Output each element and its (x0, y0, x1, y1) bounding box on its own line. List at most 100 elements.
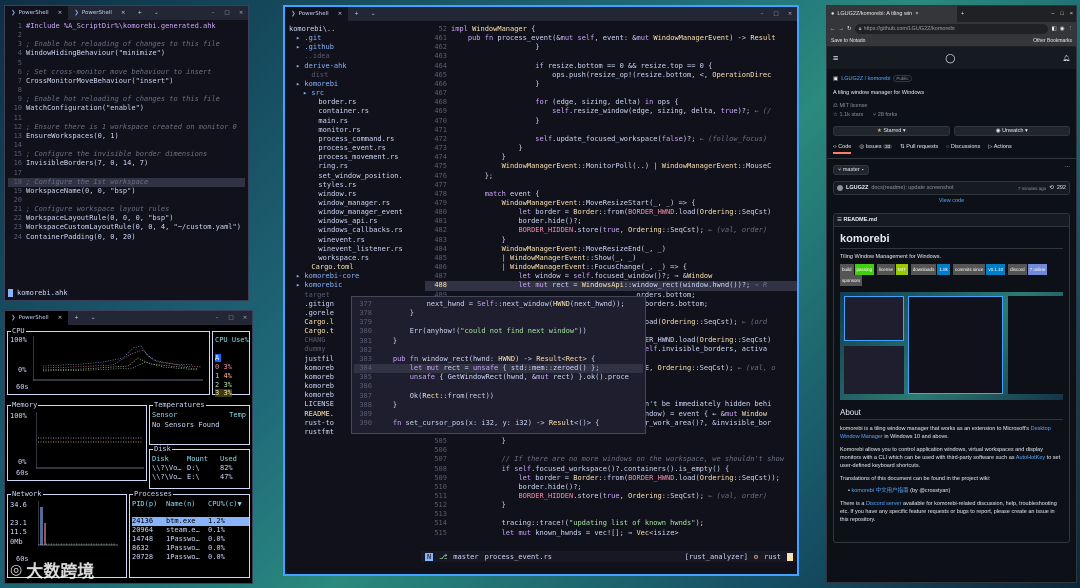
editor-window[interactable]: ❯ PowerShell × + ⌄ – □ × komorebi\.. ▸ .git… (283, 5, 799, 576)
maximize-button[interactable]: □ (224, 315, 238, 321)
tab-powershell-btm[interactable]: ❯ PowerShell × (5, 311, 69, 325)
file-tree-item[interactable]: ▸ komorebic (289, 281, 421, 290)
star-button[interactable]: ★ Starred ▾ (833, 126, 950, 136)
file-tree-item[interactable]: komorebi\.. (289, 25, 421, 34)
close-tab-icon[interactable]: × (58, 315, 63, 321)
nav-code[interactable]: ‹› Code (833, 144, 852, 154)
readme-badge[interactable]: build passing (840, 264, 875, 275)
tab-powershell-1[interactable]: ❯ PowerShell × (5, 6, 69, 20)
terminal-ahk-window[interactable]: ❯ PowerShell × ❯ PowerShell × + ⌄ – □ × 1 #In… (4, 5, 249, 301)
file-tree-item[interactable]: ▸ .github (289, 43, 421, 52)
profile-icon[interactable]: ◉ (1060, 26, 1065, 32)
nav-pull-requests[interactable]: ⇅ Pull requests (900, 144, 938, 154)
file-tree-item[interactable]: Cargo.toml (289, 263, 421, 272)
tab-dropdown-button[interactable]: ⌄ (365, 7, 382, 21)
notification-icon[interactable]: 🔔︎ (1062, 55, 1070, 62)
close-tab-icon[interactable]: × (915, 11, 918, 17)
readme-badge[interactable]: downloads 1.8k (910, 264, 951, 275)
file-tree-item[interactable]: workspace.rs (289, 254, 421, 263)
file-tree-item[interactable]: winevent.rs (289, 236, 421, 245)
license-link[interactable]: ⚖ MIT license (833, 102, 1070, 111)
nav-discussions[interactable]: ◌ Discussions (946, 144, 980, 154)
avatar[interactable] (837, 185, 843, 191)
file-tree-item[interactable]: border.rs (289, 98, 421, 107)
file-tree-item[interactable]: container.rs (289, 107, 421, 116)
tab-powershell-2[interactable]: ❯ PowerShell × (68, 6, 131, 20)
file-tree-item[interactable]: dist (289, 71, 421, 80)
close-tab-icon[interactable]: × (58, 10, 63, 16)
file-tree-item[interactable]: windows_callbacks.rs (289, 226, 421, 235)
close-tab-icon[interactable]: × (338, 11, 343, 17)
back-icon[interactable]: ← (830, 26, 836, 32)
menu-icon[interactable]: ⋮ (1068, 26, 1074, 32)
address-bar[interactable]: 🔒︎ https://github.com/LGUG2Z/komorebi (854, 24, 1049, 34)
file-tree-item[interactable]: window_manager_event (289, 208, 421, 217)
file-tree-item[interactable]: styles.rs (289, 181, 421, 190)
maximize-button[interactable]: □ (769, 11, 783, 17)
list-icon[interactable]: ☰ (837, 217, 842, 223)
translation-link[interactable]: komorebi 中文用户指南 (851, 488, 908, 494)
new-tab-button[interactable]: + (132, 6, 149, 20)
file-tree-item[interactable]: ..idea (289, 52, 421, 61)
file-tree-item[interactable]: ring.rs (289, 162, 421, 171)
close-tab-icon[interactable]: × (121, 10, 126, 16)
file-tree-item[interactable]: ▸ komorebi (289, 80, 421, 89)
extension-icon[interactable]: ◧ (1051, 26, 1056, 32)
discord-link[interactable]: Discord server (866, 501, 901, 507)
stars-link[interactable]: ☆ 1.1k stars ⑂ 28 forks (833, 111, 1070, 120)
file-tree-item[interactable]: process_event.rs (289, 144, 421, 153)
tab-powershell-editor[interactable]: ❯ PowerShell × (285, 7, 349, 21)
bookmark-item[interactable]: Other Bookmarks (1033, 38, 1072, 44)
branch-select[interactable]: ⑂ master ▾ (833, 165, 870, 175)
browser-window[interactable]: ● LGUG2Z/komorebi: A tiling win × + – □ … (826, 5, 1077, 583)
process-row[interactable]: 8632 1Passwo… 0.0% (132, 544, 249, 553)
autohotkey-link[interactable]: AutoHotKey (1016, 455, 1045, 461)
close-button[interactable]: × (783, 11, 797, 17)
maximize-button[interactable]: □ (1057, 11, 1066, 17)
repo-name-link[interactable]: LGUG2Z / komorebi (841, 76, 890, 82)
file-tree-item[interactable]: process_command.rs (289, 135, 421, 144)
minimize-button[interactable]: – (210, 315, 224, 321)
btm-monitor-window[interactable]: ❯ PowerShell × + ⌄ – □ × CPU 100% 0% 60s C… (4, 310, 253, 584)
view-code-link[interactable]: View code (833, 198, 1070, 204)
close-button[interactable]: × (234, 10, 248, 16)
processes-panel[interactable]: Processes PID(p) Name(n) CPU%(c)▼ 24136 b… (129, 490, 250, 578)
file-tree-item[interactable]: window_manager.rs (289, 199, 421, 208)
readme-badge[interactable]: license MIT (877, 264, 909, 275)
readme-badge[interactable]: sponsors (840, 275, 863, 286)
file-tree-item[interactable]: winevent_listener.rs (289, 245, 421, 254)
file-tree-item[interactable]: window.rs (289, 190, 421, 199)
reload-icon[interactable]: ↻ (847, 26, 852, 32)
file-tree-item[interactable]: ▸ src (289, 89, 421, 98)
file-tree-item[interactable]: process_movement.rs (289, 153, 421, 162)
minimize-button[interactable]: – (1048, 11, 1057, 17)
hover-definition-popup[interactable]: 377 next_hwnd = Self::next_window(HWND(n… (351, 296, 646, 434)
forward-icon[interactable]: → (839, 26, 845, 32)
tab-dropdown-button[interactable]: ⌄ (85, 311, 102, 325)
new-tab-button[interactable]: + (68, 311, 85, 325)
ahk-editor-buffer[interactable]: 1 #Include %A_ScriptDir%\komorebi.generat… (5, 20, 248, 286)
file-tree[interactable]: komorebi\.. ▸ .git ▸ .github ..idea ▸ deriv… (285, 23, 425, 553)
minimize-button[interactable]: – (755, 11, 769, 17)
close-button[interactable]: × (238, 315, 252, 321)
file-tree-item[interactable]: ▸ komorebi-core (289, 272, 421, 281)
new-tab-button[interactable]: + (348, 7, 365, 21)
nav-issues[interactable]: ◎ Issues 33 (859, 144, 893, 154)
process-row[interactable]: 20728 1Passwo… 0.0% (132, 553, 249, 562)
readme-badge[interactable]: discord 7 online (1008, 264, 1048, 275)
new-tab-button[interactable]: + (957, 11, 968, 17)
nav-actions[interactable]: ▷ Actions (988, 144, 1012, 154)
minimize-button[interactable]: – (206, 10, 220, 16)
tab-dropdown-button[interactable]: ⌄ (148, 6, 165, 20)
file-tree-item[interactable]: main.rs (289, 117, 421, 126)
code-buffer[interactable]: 52 impl WindowManager {461 pub fn process… (425, 23, 797, 553)
file-tree-item[interactable]: windows_api.rs (289, 217, 421, 226)
process-row[interactable]: 14748 1Passwo… 0.0% (132, 535, 249, 544)
process-row[interactable]: 20964 steam.e… 0.1% (132, 526, 249, 535)
watch-button[interactable]: ◉ Unwatch ▾ (953, 126, 1070, 136)
bookmark-item[interactable]: Save to Notado (831, 38, 865, 44)
file-tree-item[interactable]: monitor.rs (289, 126, 421, 135)
readme-badge[interactable]: commits since v0.1.10 (952, 264, 1006, 275)
process-row[interactable]: 24136 btm.exe 1.2% (132, 517, 249, 526)
close-button[interactable]: × (1067, 11, 1076, 17)
